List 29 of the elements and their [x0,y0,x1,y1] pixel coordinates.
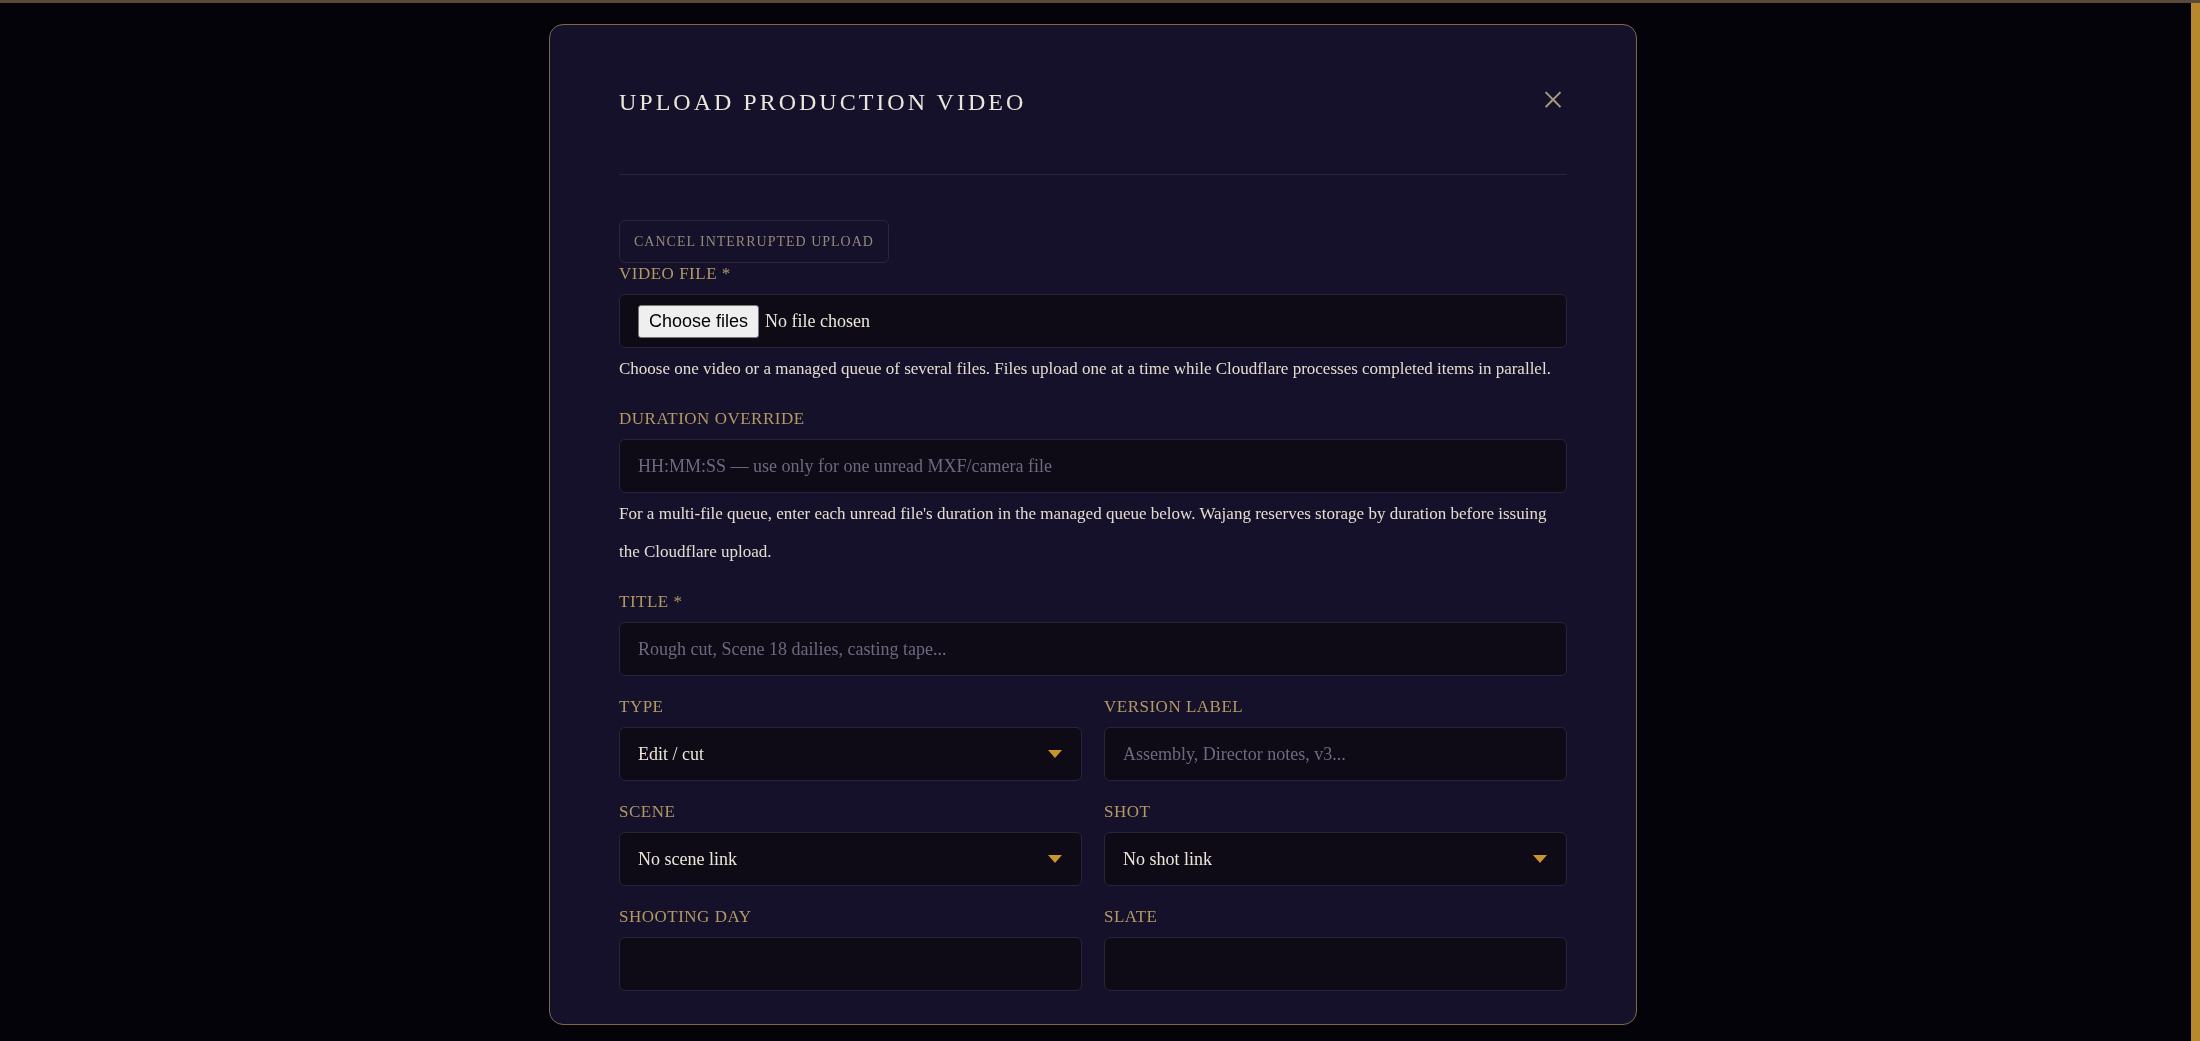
caret-icon [1532,854,1548,864]
field-label: SHOOTING DAY [619,906,753,928]
field-label: DURATION OVERRIDE [619,408,806,430]
caret-icon [1047,749,1063,759]
text-field[interactable] [1104,937,1567,991]
dialog-title: UPLOAD PRODUCTION VIDEO [619,87,1027,117]
select-field[interactable]: No shot link [1104,832,1567,886]
text-field[interactable]: HH:MM:SS — use only for one unread MXF/camera file [619,439,1567,493]
caret-icon [1047,854,1063,864]
select-field[interactable]: No scene link [619,832,1082,886]
field-label: SCENE [619,801,677,823]
text-field[interactable] [619,937,1082,991]
choose-files-button[interactable]: Choose files [638,304,760,338]
field-label: SHOT [1104,801,1152,823]
help-text: For a multi-file queue, enter each unread file's duration in the managed queue below. Wajang reserves storage by duration before issuing the Cloudflare upload. [619,503,1548,563]
file-status-text: No file chosen [765,309,871,333]
cancel-upload-button[interactable]: CANCEL INTERRUPTED UPLOAD [619,220,889,263]
field-label: VERSION LABEL [1104,696,1245,718]
field-label: TYPE [619,696,665,718]
scrollbar[interactable] [2191,3,2200,1041]
text-field[interactable]: Assembly, Director notes, v3... [1104,727,1567,781]
file-input-field[interactable]: Choose files No file chosen [619,294,1567,348]
field-label: VIDEO FILE * [619,263,732,285]
select-field[interactable]: Edit / cut [619,727,1082,781]
field-label: TITLE * [619,591,684,613]
help-text: Choose one video or a managed queue of several files. Files upload one at a time while Cloudflare processes completed items in parallel. [619,358,1552,380]
field-label: SLATE [1104,906,1159,928]
close-button[interactable]: × [1539,82,1567,117]
text-field[interactable]: Rough cut, Scene 18 dailies, casting tape... [619,622,1567,676]
